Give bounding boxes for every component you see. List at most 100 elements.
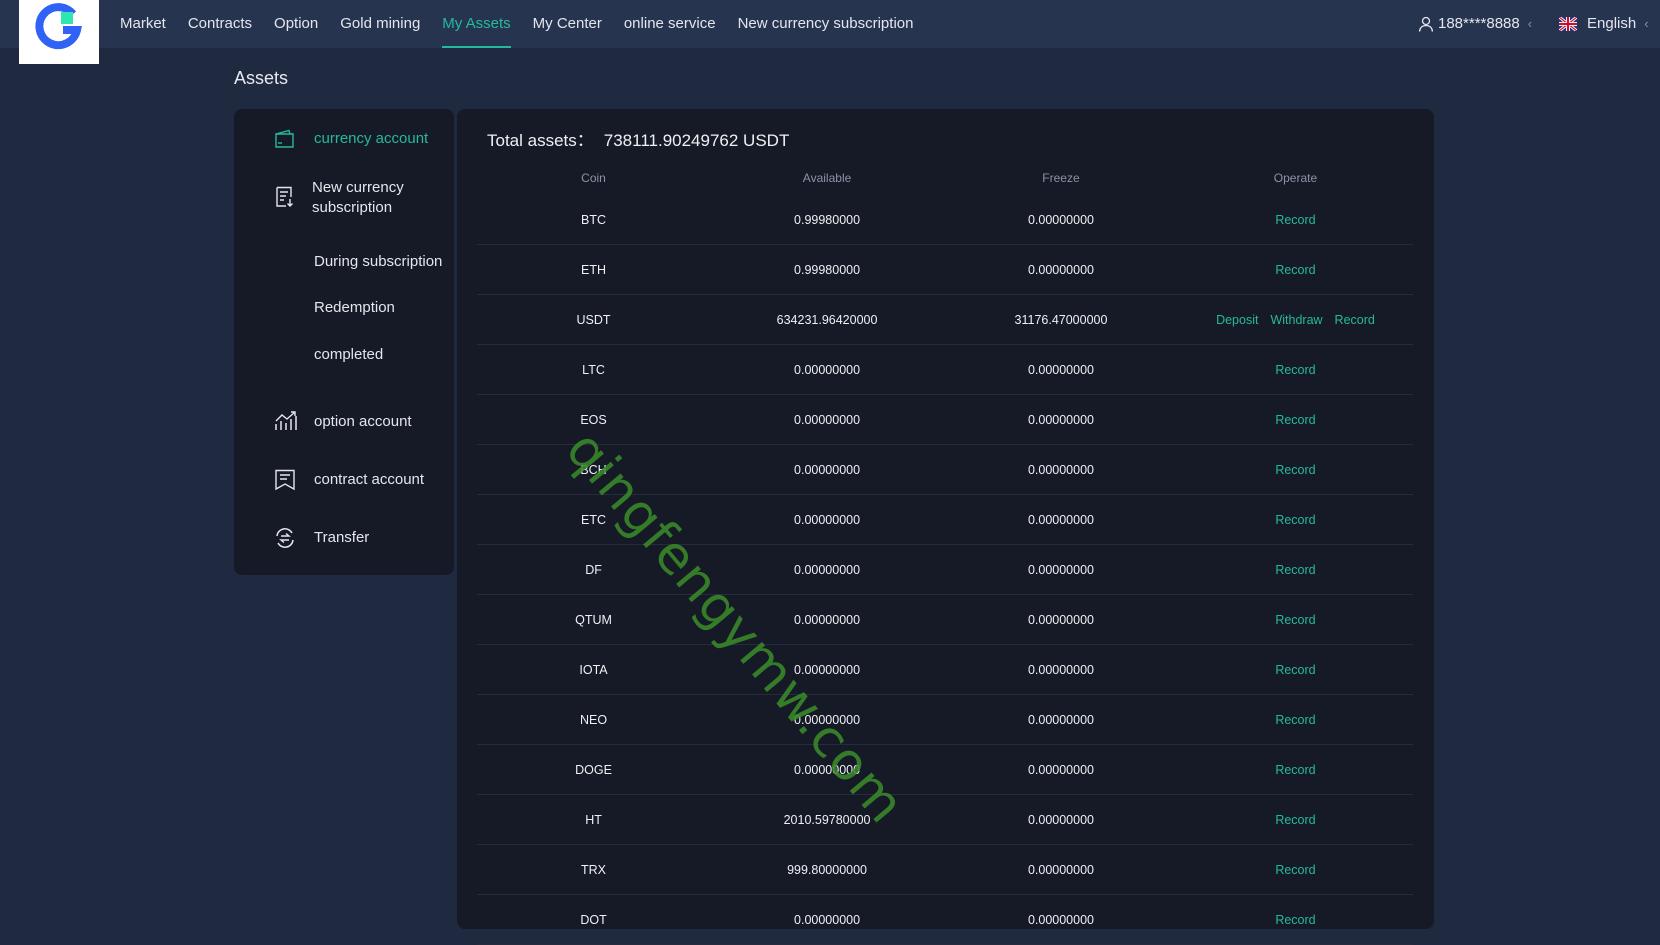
cell-operate: Record <box>1177 694 1413 745</box>
table-row: DOGE 0.00000000 0.00000000 Record <box>477 744 1413 795</box>
record-link[interactable]: Record <box>1275 363 1315 377</box>
chevron-left-icon: ‹ <box>1527 16 1533 31</box>
cell-operate: Record <box>1177 394 1413 445</box>
nav-item-gold-mining[interactable]: Gold mining <box>340 0 420 48</box>
table-row: BCH 0.00000000 0.00000000 Record <box>477 444 1413 495</box>
record-link[interactable]: Record <box>1275 613 1315 627</box>
sidebar-item-label: New currency subscription <box>312 179 404 216</box>
cell-coin: NEO <box>477 694 711 745</box>
nav-item-option[interactable]: Option <box>274 0 318 48</box>
column-header-freeze: Freeze <box>1042 171 1080 185</box>
record-link[interactable]: Record <box>1275 463 1315 477</box>
cell-freeze: 0.00000000 <box>944 394 1178 445</box>
record-link[interactable]: Record <box>1275 913 1315 927</box>
cell-operate: Record <box>1177 844 1413 895</box>
cell-coin: BTC <box>477 195 711 245</box>
record-link[interactable]: Record <box>1275 763 1315 777</box>
table-row: ETH 0.99980000 0.00000000 Record <box>477 244 1413 295</box>
wallet-icon <box>275 129 294 148</box>
nav-item-my-assets[interactable]: My Assets <box>442 0 512 48</box>
sidebar: currency account New currency subscripti… <box>234 109 454 575</box>
cell-coin: DF <box>477 544 711 595</box>
cell-available: 0.00000000 <box>710 644 945 695</box>
record-link[interactable]: Record <box>1275 263 1315 277</box>
sidebar-item-option-account[interactable]: option account <box>274 411 412 432</box>
nav-item-new-currency-subscription[interactable]: New currency subscription <box>738 0 914 48</box>
record-link[interactable]: Record <box>1275 563 1315 577</box>
record-link[interactable]: Record <box>1275 413 1315 427</box>
cell-operate: Record <box>1177 195 1413 245</box>
column-header-available: Available <box>802 171 852 185</box>
sidebar-item-new-currency-subscription[interactable]: New currency subscription <box>274 178 414 218</box>
sidebar-item-label: Transfer <box>314 529 370 546</box>
cell-coin: HT <box>477 794 711 845</box>
cell-operate: Record <box>1177 744 1413 795</box>
sidebar-subitem-during-subscription[interactable]: During subscription <box>314 253 442 270</box>
cell-coin: DOT <box>477 894 711 945</box>
table-row: NEO 0.00000000 0.00000000 Record <box>477 694 1413 745</box>
cell-freeze: 0.00000000 <box>944 195 1178 245</box>
sidebar-item-currency-account[interactable]: currency account <box>274 129 428 149</box>
record-link[interactable]: Record <box>1275 713 1315 727</box>
cell-available: 0.99980000 <box>710 244 945 295</box>
table-row: IOTA 0.00000000 0.00000000 Record <box>477 644 1413 695</box>
top-navigation-bar: Market Contracts Option Gold mining My Asset… <box>0 0 1660 64</box>
deposit-link[interactable]: Deposit <box>1216 313 1258 327</box>
cell-freeze: 31176.47000000 <box>944 294 1178 345</box>
record-link[interactable]: Record <box>1275 663 1315 677</box>
cell-freeze: 0.00000000 <box>944 644 1178 695</box>
cell-available: 0.00000000 <box>710 344 945 395</box>
sidebar-item-label: option account <box>314 413 412 430</box>
nav-item-contracts[interactable]: Contracts <box>188 0 252 48</box>
user-menu[interactable]: 188****8888 ‹ <box>1418 0 1532 48</box>
cell-freeze: 0.00000000 <box>944 494 1178 545</box>
bookmark-document-icon <box>275 469 295 491</box>
language-label: English <box>1587 15 1637 32</box>
record-link[interactable]: Record <box>1275 513 1315 527</box>
table-row: USDT 634231.96420000 31176.47000000 Deposit… <box>477 294 1413 345</box>
logo[interactable] <box>19 0 99 64</box>
total-assets-value: 738111.90249762 USDT <box>603 131 790 150</box>
cell-freeze: 0.00000000 <box>944 444 1178 495</box>
record-link[interactable]: Record <box>1275 863 1315 877</box>
chevron-left-icon: ‹ <box>1644 16 1649 31</box>
cell-freeze: 0.00000000 <box>944 694 1178 745</box>
language-selector[interactable]: English ‹ <box>1559 0 1649 48</box>
sidebar-subitem-redemption[interactable]: Redemption <box>314 299 395 316</box>
nav-item-my-center[interactable]: My Center <box>533 0 602 48</box>
column-header-operate: Operate <box>1273 171 1318 185</box>
cell-coin: QTUM <box>477 594 711 645</box>
record-link[interactable]: Record <box>1275 213 1315 227</box>
cell-coin: BCH <box>477 444 711 495</box>
table-row: DOT 0.00000000 0.00000000 Record <box>477 894 1413 945</box>
cell-freeze: 0.00000000 <box>944 844 1178 895</box>
cell-operate: Record <box>1177 544 1413 595</box>
table-header-row: Coin Available Freeze Operate <box>477 161 1413 195</box>
cell-freeze: 0.00000000 <box>944 344 1178 395</box>
table-row: TRX 999.80000000 0.00000000 Record <box>477 844 1413 895</box>
nav-item-online-service[interactable]: online service <box>624 0 716 48</box>
assets-table: Coin Available Freeze Operate BTC 0.99980… <box>477 161 1413 945</box>
assets-panel: Total assets： 738111.90249762 USDT Coin A… <box>457 109 1434 945</box>
cell-available: 2010.59780000 <box>710 794 945 845</box>
cell-freeze: 0.00000000 <box>944 544 1178 595</box>
cell-freeze: 0.00000000 <box>944 244 1178 295</box>
nav-item-market[interactable]: Market <box>120 0 166 48</box>
record-link[interactable]: Record <box>1335 313 1375 327</box>
table-row: QTUM 0.00000000 0.00000000 Record <box>477 594 1413 645</box>
sidebar-subitem-completed[interactable]: completed <box>314 346 383 363</box>
table-row: HT 2010.59780000 0.00000000 Record <box>477 794 1413 845</box>
cell-available: 999.80000000 <box>710 844 945 895</box>
cell-coin: TRX <box>477 844 711 895</box>
record-link[interactable]: Record <box>1275 813 1315 827</box>
column-header-coin: Coin <box>581 171 606 185</box>
sidebar-item-transfer[interactable]: Transfer <box>274 528 369 548</box>
sidebar-item-label: contract account <box>314 471 425 488</box>
total-assets: Total assets： 738111.90249762 USDT <box>487 126 789 151</box>
cell-operate: Record <box>1177 494 1413 545</box>
sidebar-item-contract-account[interactable]: contract account <box>274 469 425 491</box>
withdraw-link[interactable]: Withdraw <box>1270 313 1322 327</box>
table-row: LTC 0.00000000 0.00000000 Record <box>477 344 1413 395</box>
user-phone: 188****8888 <box>1438 15 1520 32</box>
sidebar-item-label: currency account <box>314 130 429 147</box>
